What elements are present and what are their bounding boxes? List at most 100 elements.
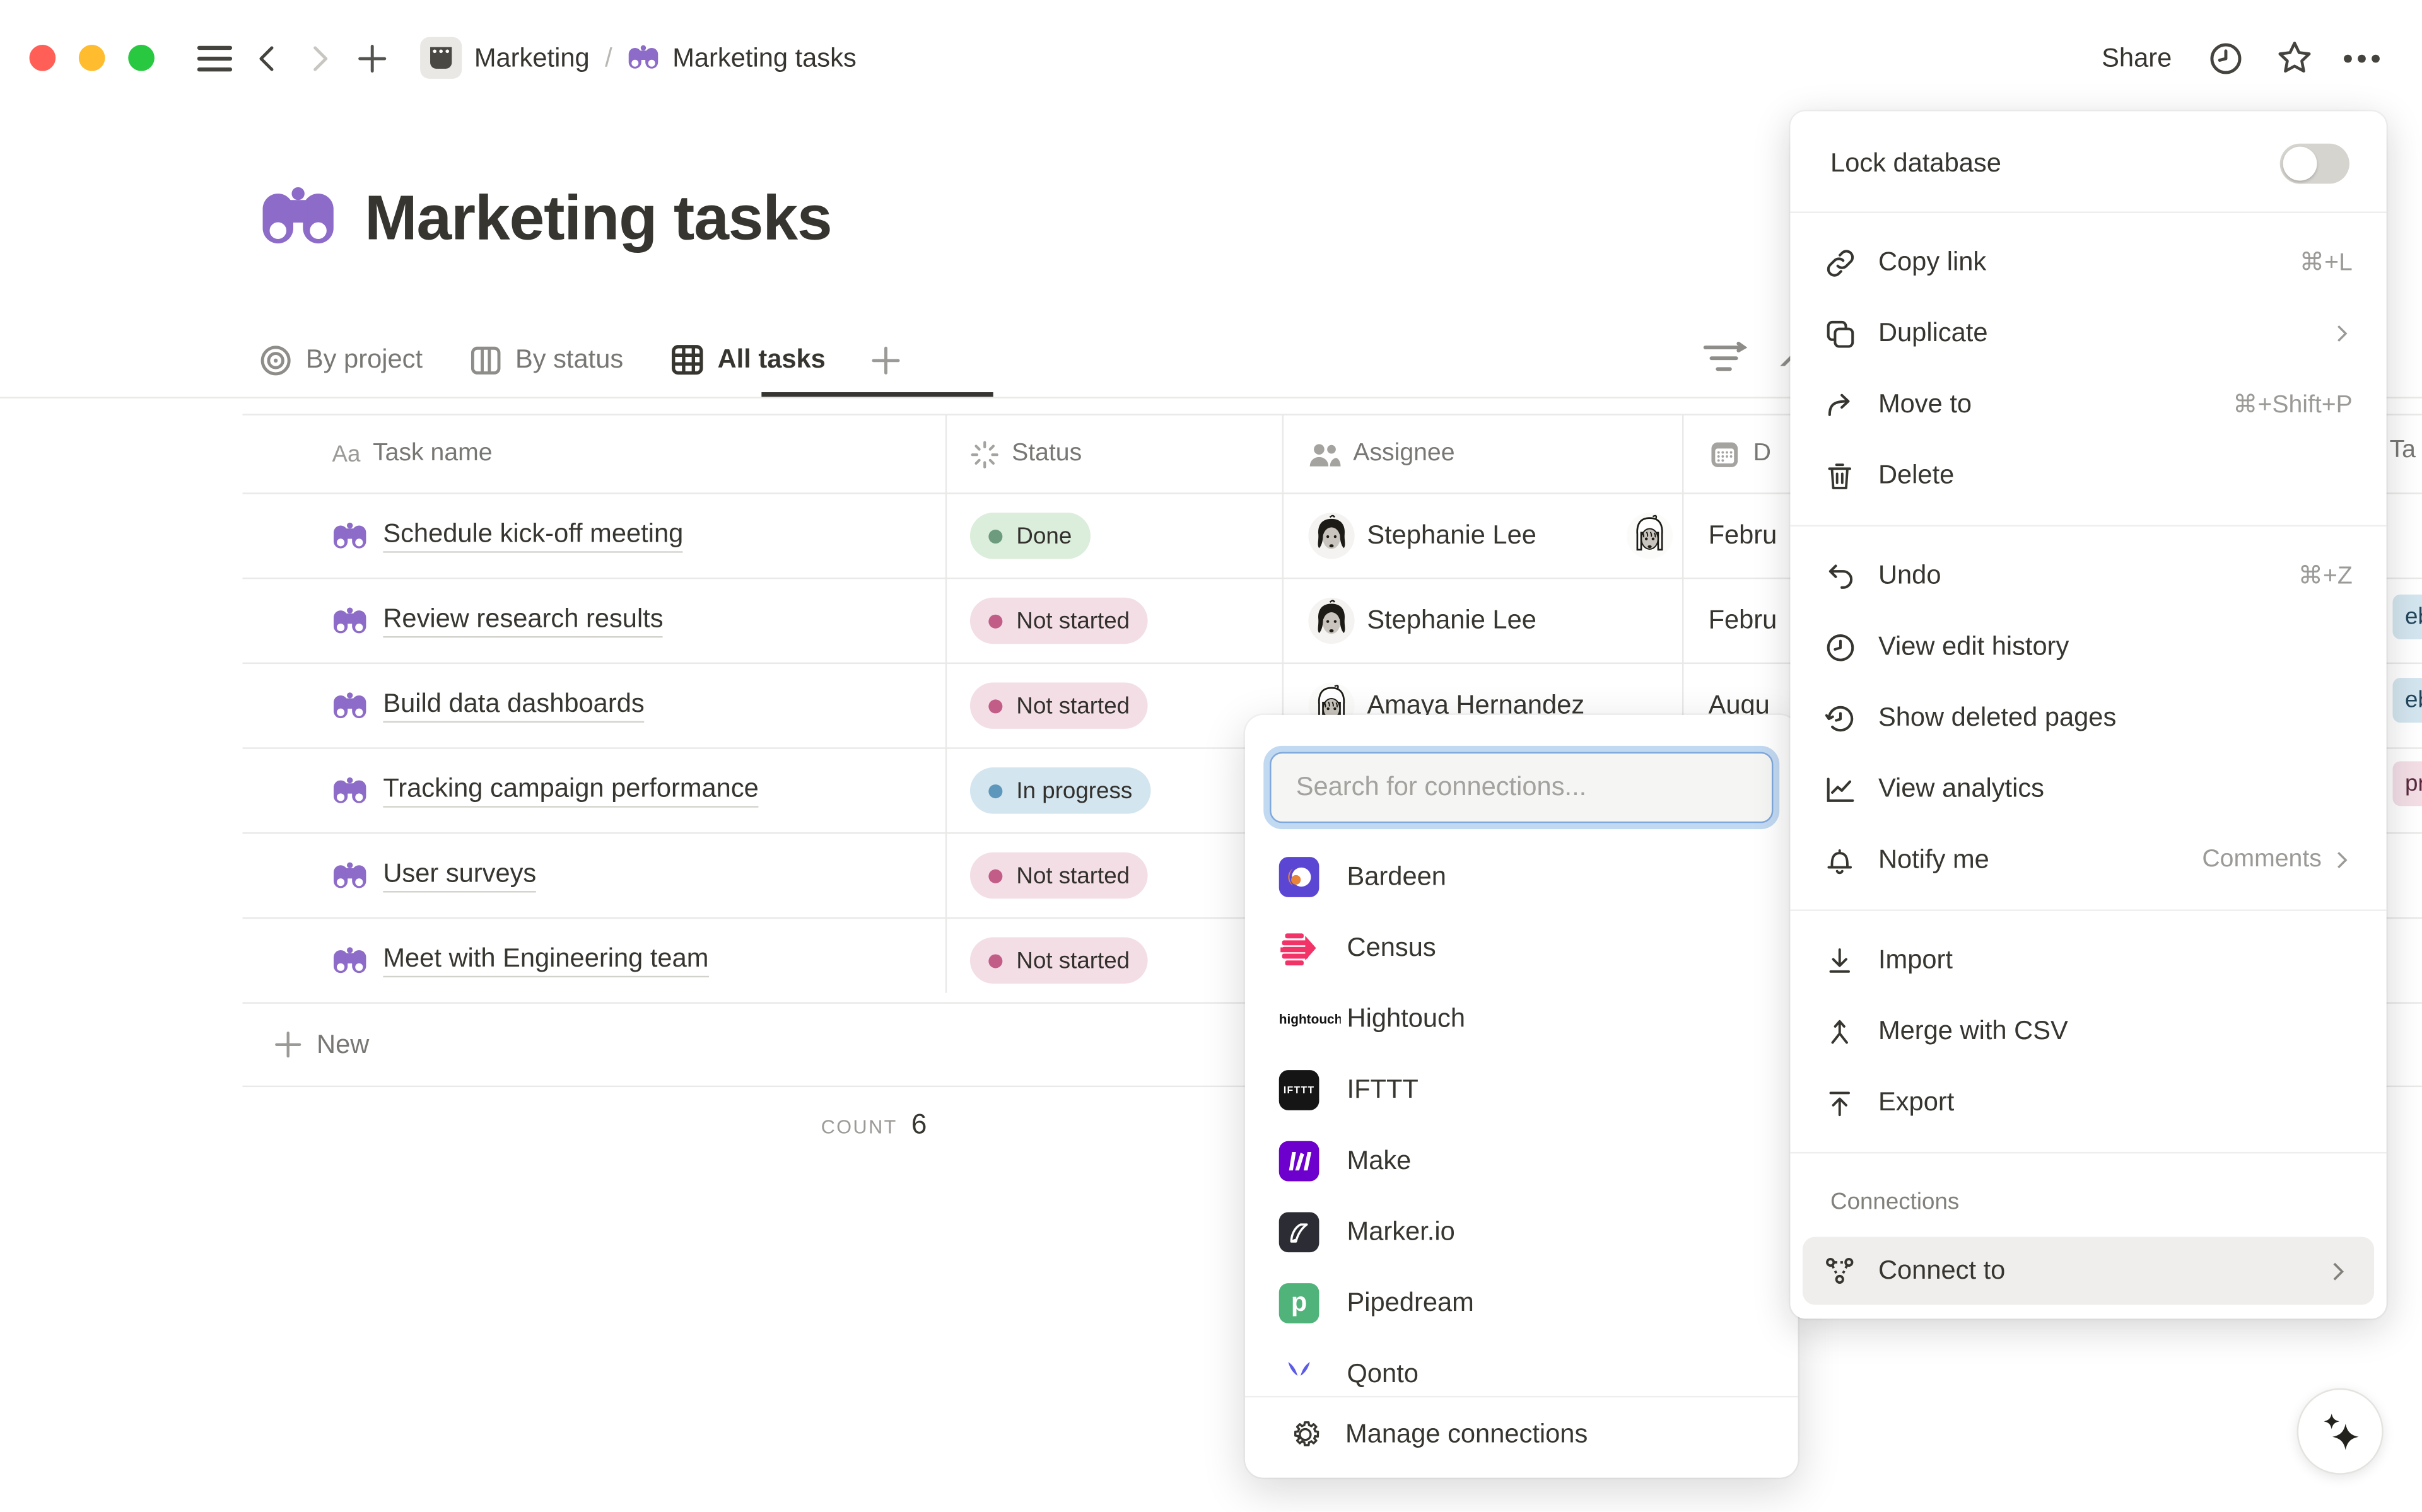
task-binoculars-icon	[332, 689, 368, 721]
assignee-cell[interactable]: Stephanie Lee	[1282, 513, 1682, 559]
traffic-lights	[30, 45, 155, 71]
restore-clock-icon	[1821, 702, 1858, 734]
connection-item-bardeen[interactable]: Bardeen	[1245, 842, 1798, 913]
tag-pill-fragment: pr	[2392, 761, 2422, 806]
page-binoculars-icon[interactable]	[259, 182, 336, 253]
gear-icon	[1288, 1417, 1322, 1451]
menu-item-merge-with-csv[interactable]: Merge with CSV	[1790, 996, 2386, 1067]
connections-search-input[interactable]	[1293, 771, 1750, 805]
count-calculation[interactable]: COUNT 6	[242, 1108, 945, 1141]
merge-icon	[1821, 1015, 1858, 1047]
more-options-icon[interactable]	[2336, 32, 2388, 84]
connection-item-markerio[interactable]: Marker.io	[1245, 1197, 1798, 1268]
share-button[interactable]: Share	[2090, 37, 2184, 80]
task-name-link[interactable]: Tracking campaign performance	[383, 774, 758, 808]
shortcut-label: ⌘+L	[2300, 247, 2353, 278]
tag-pill-fragment: eb	[2392, 595, 2422, 639]
tab-all-tasks[interactable]: All tasks	[670, 343, 826, 377]
connection-item-pipedream[interactable]: p Pipedream	[1245, 1268, 1798, 1339]
menu-item-import[interactable]: Import	[1790, 925, 2386, 996]
task-name-link[interactable]: Review research results	[383, 604, 663, 638]
menu-item-view-analytics[interactable]: View analytics	[1790, 753, 2386, 825]
chevron-right-icon	[2331, 323, 2353, 344]
zoom-window-button[interactable]	[128, 45, 155, 71]
tab-by-status[interactable]: By status	[469, 344, 623, 376]
notion-ai-button[interactable]	[2297, 1388, 2384, 1475]
page-title[interactable]: Marketing tasks	[365, 183, 832, 253]
filter-icon[interactable]	[1699, 338, 1748, 378]
import-icon	[1821, 945, 1858, 977]
status-pill[interactable]: Done	[970, 513, 1091, 559]
task-binoculars-icon	[332, 859, 368, 892]
tab-by-project[interactable]: By project	[259, 344, 423, 376]
add-view-button[interactable]	[872, 345, 901, 375]
connections-popup: Bardeen Census hightouch Hightouch IFTTT…	[1245, 715, 1798, 1478]
menu-item-undo[interactable]: Undo ⌘+Z	[1790, 540, 2386, 612]
task-name-link[interactable]: User surveys	[383, 859, 536, 893]
lock-database-toggle[interactable]	[2280, 144, 2349, 184]
plus-icon	[275, 1032, 301, 1058]
status-pill[interactable]: In progress	[970, 767, 1151, 813]
menu-item-connect-to[interactable]: Connect to	[1803, 1237, 2374, 1305]
connection-item-hightouch[interactable]: hightouch Hightouch	[1245, 984, 1798, 1055]
connection-item-ifttt[interactable]: IFTTT IFTTT	[1245, 1055, 1798, 1126]
task-name-link[interactable]: Schedule kick-off meeting	[383, 519, 683, 553]
window-titlebar: Marketing / Marketing tasks Share	[0, 0, 2422, 116]
column-header-task-name[interactable]: Aa Task name	[242, 440, 945, 468]
updates-clock-icon[interactable]	[2199, 32, 2252, 84]
task-name-link[interactable]: Build data dashboards	[383, 689, 644, 723]
menu-item-export[interactable]: Export	[1790, 1067, 2386, 1138]
make-logo-icon	[1279, 1141, 1319, 1182]
menu-item-view-edit-history[interactable]: View edit history	[1790, 612, 2386, 683]
status-pill[interactable]: Not started	[970, 938, 1149, 984]
status-burst-icon	[970, 439, 1000, 469]
status-pill[interactable]: Not started	[970, 682, 1149, 728]
view-tabs: By project By status All tasks	[259, 323, 901, 397]
column-divider[interactable]	[945, 414, 947, 992]
shortcut-label: ⌘+Z	[2298, 561, 2353, 591]
connection-item-census[interactable]: Census	[1245, 912, 1798, 984]
hightouch-logo-icon: hightouch	[1279, 999, 1341, 1039]
menu-divider	[1790, 525, 2386, 526]
connection-item-qonto[interactable]: Qonto	[1245, 1339, 1798, 1394]
close-window-button[interactable]	[30, 45, 56, 71]
connections-list: Bardeen Census hightouch Hightouch IFTTT…	[1245, 842, 1798, 1395]
menu-item-duplicate[interactable]: Duplicate	[1790, 298, 2386, 369]
status-pill[interactable]: Not started	[970, 852, 1149, 898]
assignee-cell[interactable]: Stephanie Lee	[1282, 598, 1682, 644]
breadcrumb-current[interactable]: Marketing tasks	[672, 42, 857, 73]
menu-item-show-deleted-pages[interactable]: Show deleted pages	[1790, 682, 2386, 753]
database-options-menu: Lock database Copy link ⌘+L Duplicate Mo…	[1790, 111, 2386, 1318]
forward-button[interactable]	[293, 32, 346, 84]
board-icon	[469, 344, 501, 376]
column-header-assignee[interactable]: Assignee	[1282, 440, 1682, 468]
people-icon	[1308, 441, 1340, 467]
menu-item-delete[interactable]: Delete	[1790, 440, 2386, 511]
qonto-logo-icon	[1279, 1354, 1319, 1395]
sidebar-menu-icon[interactable]	[189, 32, 241, 84]
status-pill[interactable]: Not started	[970, 598, 1149, 644]
sort-icon-fragment[interactable]	[1770, 346, 1791, 366]
breadcrumb: Marketing / Marketing tasks	[420, 37, 857, 79]
menu-item-notify-me[interactable]: Notify me Comments	[1790, 825, 2386, 896]
lock-database-row[interactable]: Lock database	[1790, 130, 2386, 198]
back-button[interactable]	[241, 32, 293, 84]
undo-icon	[1821, 560, 1858, 592]
notify-value: Comments	[2202, 846, 2321, 874]
connect-nodes-icon	[1821, 1254, 1858, 1288]
manage-connections-button[interactable]: Manage connections	[1245, 1399, 1798, 1470]
avatar-secondary	[1627, 513, 1673, 559]
column-header-tags-fragment: Ta	[2390, 437, 2416, 465]
menu-item-copy-link[interactable]: Copy link ⌘+L	[1790, 227, 2386, 298]
chevron-right-icon	[2326, 1259, 2349, 1282]
favorite-star-icon[interactable]	[2267, 32, 2320, 84]
new-page-button[interactable]	[346, 32, 399, 84]
breadcrumb-parent[interactable]: Marketing	[474, 42, 590, 73]
task-name-link[interactable]: Meet with Engineering team	[383, 943, 708, 977]
menu-item-move-to[interactable]: Move to ⌘+Shift+P	[1790, 369, 2386, 440]
column-header-status[interactable]: Status	[945, 439, 1282, 469]
connections-search-box[interactable]	[1270, 752, 1773, 823]
connection-item-make[interactable]: Make	[1245, 1125, 1798, 1197]
avatar	[1308, 598, 1354, 644]
minimize-window-button[interactable]	[79, 45, 105, 71]
